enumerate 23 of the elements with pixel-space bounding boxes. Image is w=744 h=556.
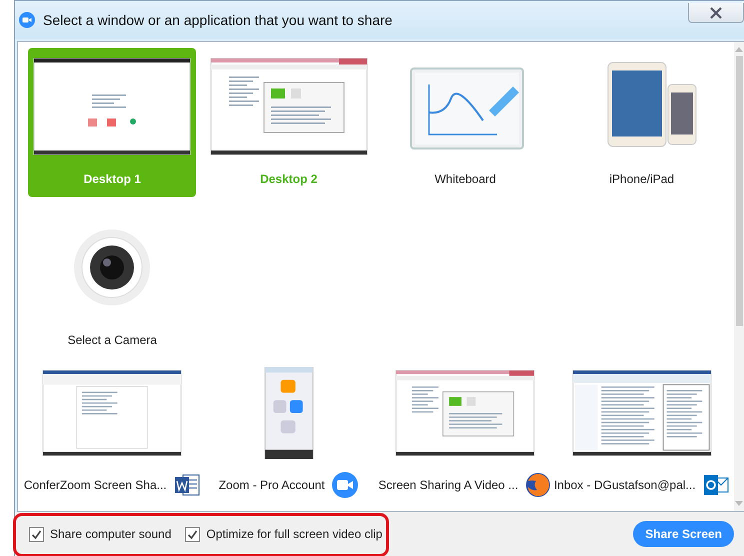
checkbox[interactable]: [185, 526, 200, 542]
application-tile[interactable]: Screen Sharing A Video ...: [381, 361, 550, 499]
checkbox-label: Optimize for full screen video clip: [206, 527, 382, 541]
video-camera-icon: [330, 471, 359, 499]
share-option-tile[interactable]: iPhone/iPad: [558, 48, 726, 197]
tile-label: Select a Camera: [68, 333, 157, 347]
tile-label: Zoom - Pro Account: [218, 478, 325, 492]
share-option-tile[interactable]: Select a Camera: [28, 209, 196, 349]
tile-label: Desktop 2: [260, 172, 318, 186]
tile-label: Whiteboard: [434, 172, 496, 186]
tile-label: Screen Sharing A Video ...: [378, 478, 518, 492]
camera-logo-icon: [19, 12, 35, 28]
close-icon: [709, 6, 723, 18]
checkbox[interactable]: [29, 526, 44, 542]
tile-label: ConferZoom Screen Sha...: [24, 478, 167, 492]
window-title: Select a window or an application that you want to share: [43, 12, 392, 28]
application-tile[interactable]: Zoom - Pro Account: [204, 361, 373, 499]
share-option-tile[interactable]: Whiteboard: [381, 48, 550, 197]
fox-globe-icon: [524, 471, 552, 499]
close-button[interactable]: [688, 3, 744, 23]
checkbox-label: Share computer sound: [50, 527, 172, 541]
tile-label: iPhone/iPad: [609, 172, 674, 186]
tile-label: Desktop 1: [84, 172, 141, 186]
